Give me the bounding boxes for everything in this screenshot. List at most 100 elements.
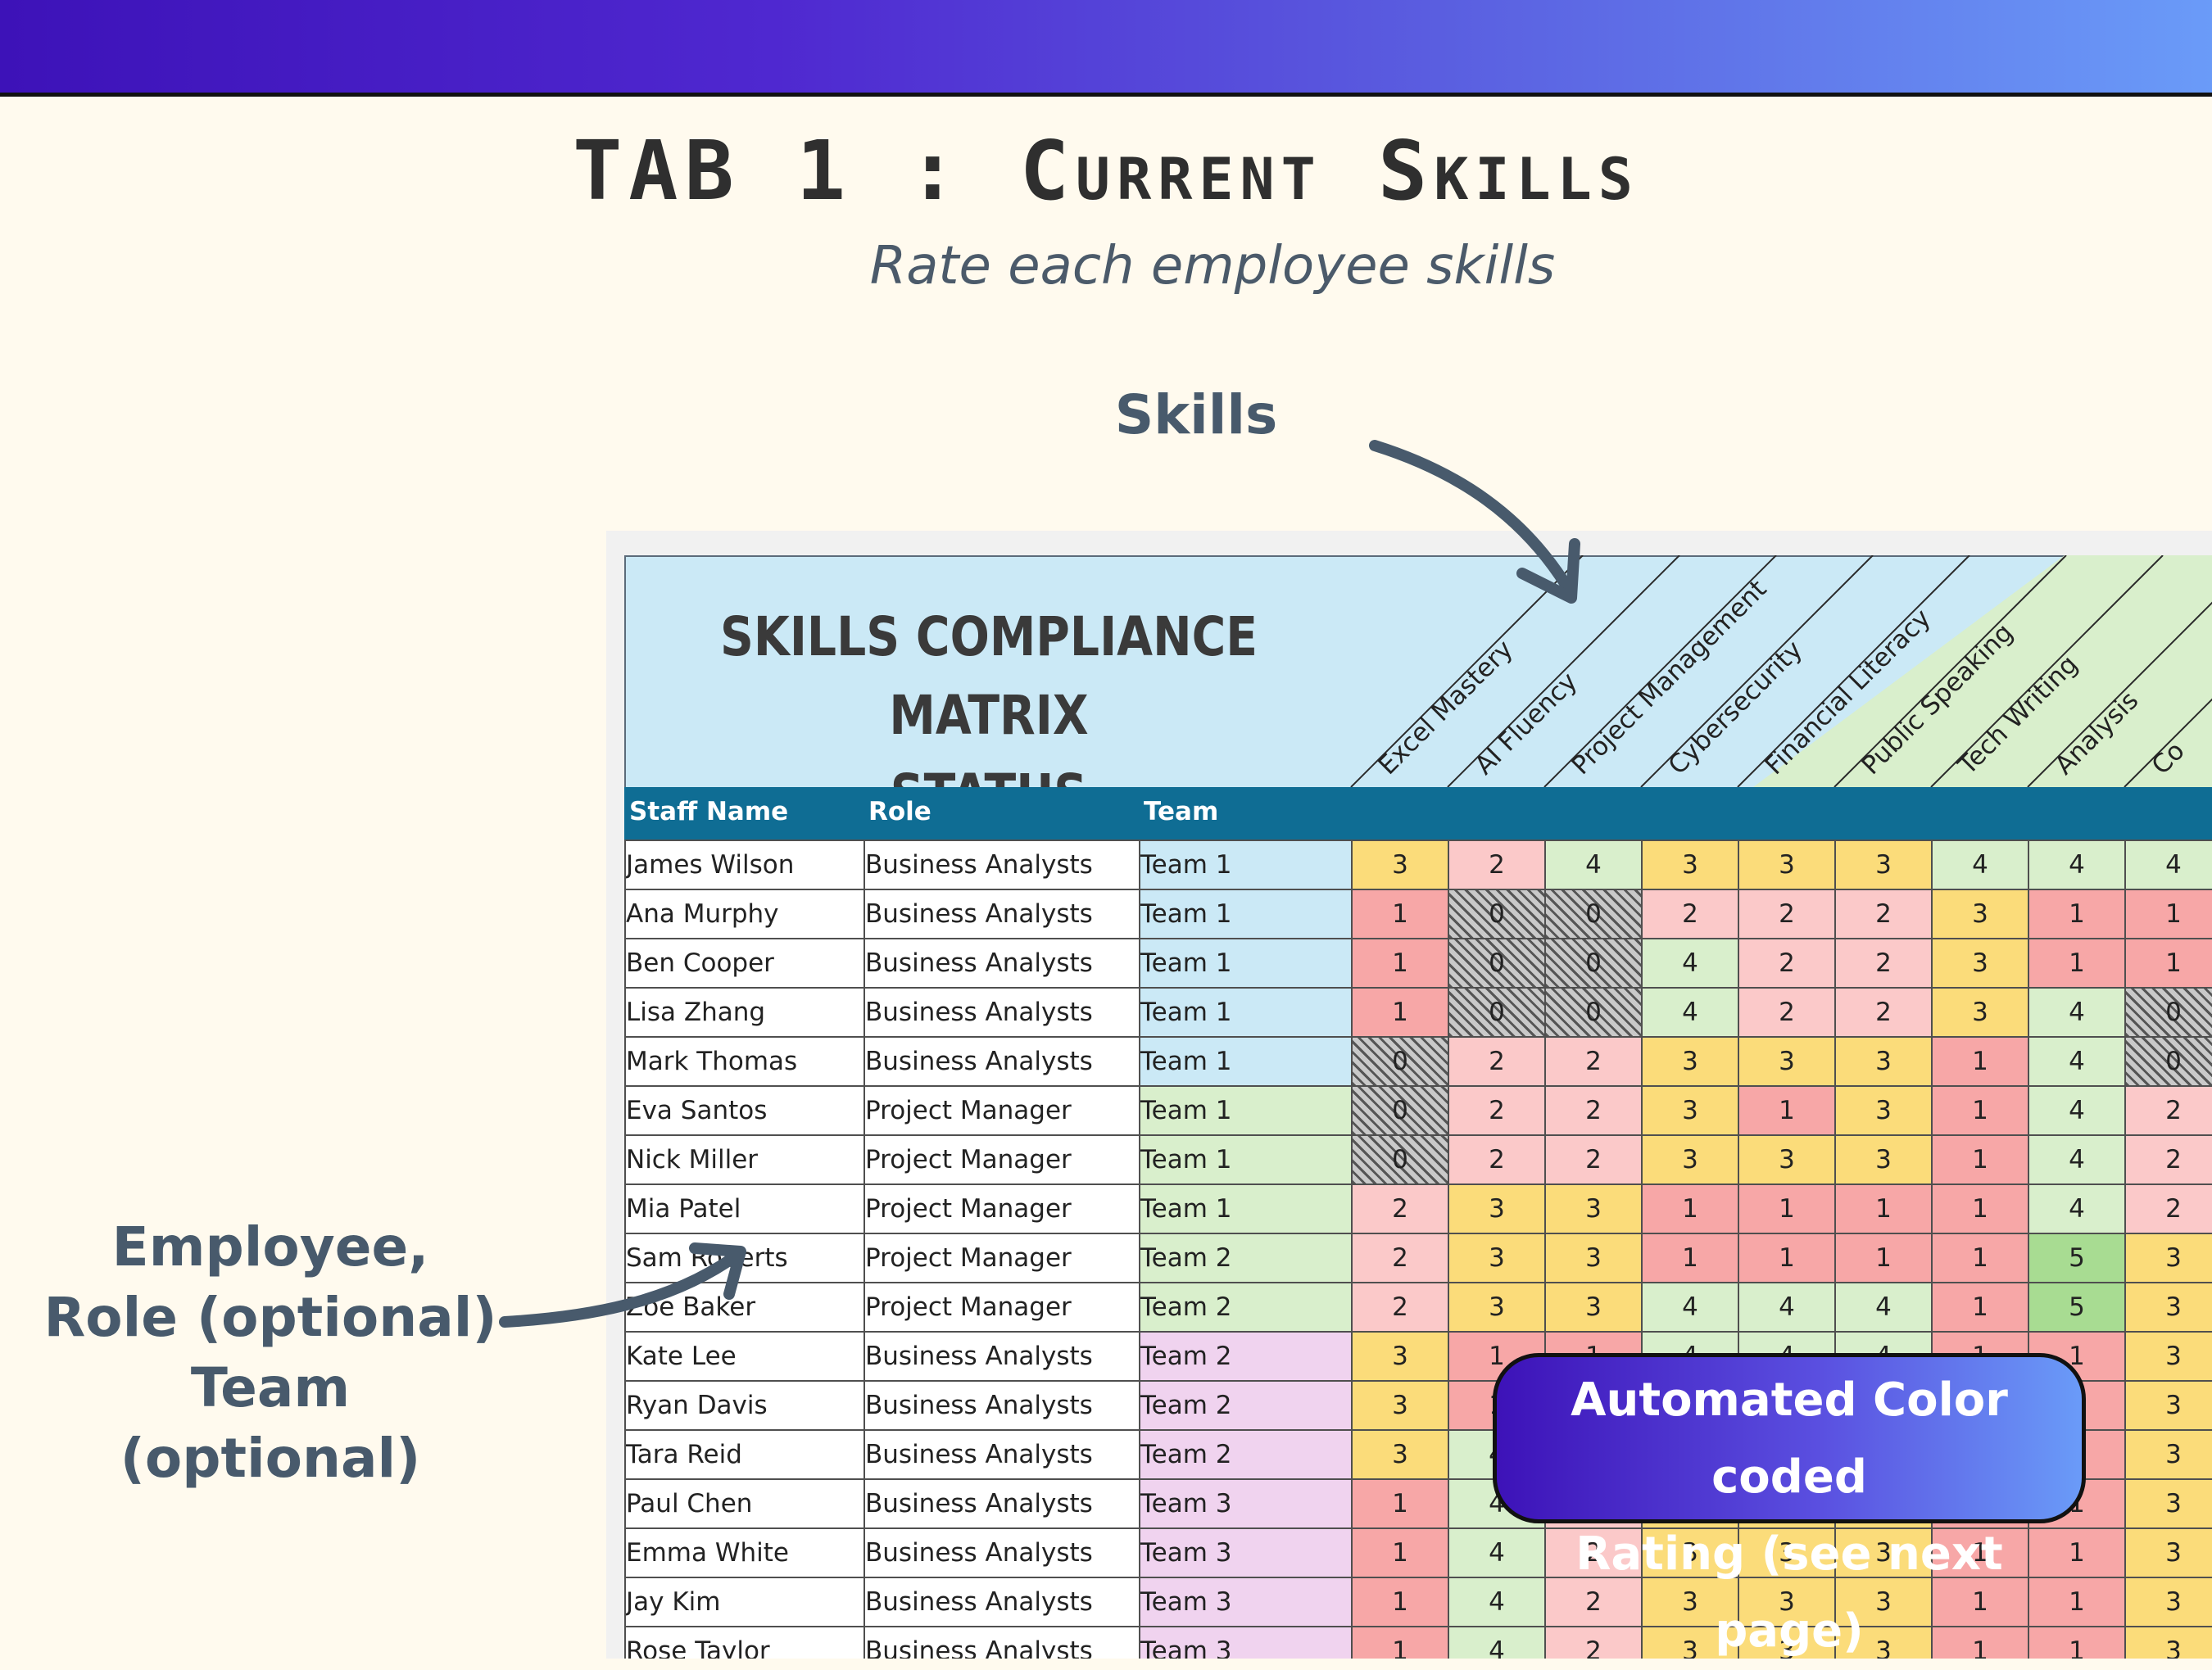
rating-cell[interactable]: 1 <box>1351 1478 1449 1529</box>
column-header-team[interactable]: Team <box>1144 797 1218 826</box>
rating-cell[interactable]: 4 <box>1931 840 2029 890</box>
rating-cell[interactable]: 4 <box>2028 987 2126 1038</box>
rating-cell[interactable]: 0 <box>2124 987 2212 1038</box>
staff-name-cell[interactable]: Eva Santos <box>624 1085 865 1136</box>
role-cell[interactable]: Project Manager <box>863 1282 1140 1333</box>
rating-cell[interactable]: 4 <box>2028 1036 2126 1087</box>
rating-cell[interactable]: 2 <box>1351 1183 1449 1234</box>
rating-cell[interactable]: 3 <box>1544 1233 1643 1283</box>
rating-cell[interactable]: 2 <box>1448 1036 1546 1087</box>
rating-cell[interactable]: 0 <box>2124 1036 2212 1087</box>
staff-name-cell[interactable]: Ryan Davis <box>624 1380 865 1431</box>
rating-cell[interactable]: 2 <box>1738 987 1836 1038</box>
rating-cell[interactable]: 2 <box>1544 1134 1643 1185</box>
rating-cell[interactable]: 1 <box>1834 1233 1933 1283</box>
rating-cell[interactable]: 2 <box>1544 1085 1643 1136</box>
staff-name-cell[interactable]: Lisa Zhang <box>624 987 865 1038</box>
rating-cell[interactable]: 1 <box>1738 1183 1836 1234</box>
role-cell[interactable]: Business Analysts <box>863 1478 1140 1529</box>
role-cell[interactable]: Business Analysts <box>863 1577 1140 1627</box>
rating-cell[interactable]: 3 <box>1448 1282 1546 1333</box>
rating-cell[interactable]: 1 <box>1931 1085 2029 1136</box>
rating-cell[interactable]: 1 <box>1351 1527 1449 1578</box>
rating-cell[interactable]: 2 <box>1351 1282 1449 1333</box>
rating-cell[interactable]: 3 <box>1641 1085 1739 1136</box>
rating-cell[interactable]: 3 <box>1641 1036 1739 1087</box>
column-header-staff-name[interactable]: Staff Name <box>629 797 788 826</box>
rating-cell[interactable]: 1 <box>1738 1085 1836 1136</box>
rating-cell[interactable]: 3 <box>1834 1134 1933 1185</box>
team-cell[interactable]: Team 3 <box>1139 1527 1353 1578</box>
rating-cell[interactable]: 2 <box>1448 1134 1546 1185</box>
rating-cell[interactable]: 1 <box>2028 889 2126 939</box>
team-cell[interactable]: Team 1 <box>1139 1183 1353 1234</box>
rating-cell[interactable]: 3 <box>2124 1380 2212 1431</box>
role-cell[interactable]: Business Analysts <box>863 1036 1140 1087</box>
rating-cell[interactable]: 3 <box>1351 1331 1449 1382</box>
rating-cell[interactable]: 3 <box>1834 840 1933 890</box>
rating-cell[interactable]: 5 <box>2028 1282 2126 1333</box>
rating-cell[interactable]: 3 <box>2124 1429 2212 1480</box>
rating-cell[interactable]: 3 <box>1544 1183 1643 1234</box>
rating-cell[interactable]: 3 <box>1738 840 1836 890</box>
rating-cell[interactable]: 2 <box>2124 1134 2212 1185</box>
team-cell[interactable]: Team 1 <box>1139 1085 1353 1136</box>
team-cell[interactable]: Team 1 <box>1139 1036 1353 1087</box>
rating-cell[interactable]: 0 <box>1544 987 1643 1038</box>
column-header-role[interactable]: Role <box>868 797 931 826</box>
rating-cell[interactable]: 2 <box>1834 938 1933 989</box>
rating-cell[interactable]: 1 <box>1931 1134 2029 1185</box>
rating-cell[interactable]: 4 <box>2028 1134 2126 1185</box>
team-cell[interactable]: Team 2 <box>1139 1282 1353 1333</box>
staff-name-cell[interactable]: Kate Lee <box>624 1331 865 1382</box>
rating-cell[interactable]: 3 <box>1448 1233 1546 1283</box>
rating-cell[interactable]: 3 <box>1544 1282 1643 1333</box>
rating-cell[interactable]: 3 <box>1448 1183 1546 1234</box>
rating-cell[interactable]: 4 <box>2028 1183 2126 1234</box>
rating-cell[interactable]: 3 <box>1641 840 1739 890</box>
role-cell[interactable]: Business Analysts <box>863 1527 1140 1578</box>
staff-name-cell[interactable]: Ana Murphy <box>624 889 865 939</box>
rating-cell[interactable]: 0 <box>1351 1036 1449 1087</box>
team-cell[interactable]: Team 1 <box>1139 840 1353 890</box>
rating-cell[interactable]: 0 <box>1448 987 1546 1038</box>
team-cell[interactable]: Team 1 <box>1139 1134 1353 1185</box>
rating-cell[interactable]: 5 <box>2028 1233 2126 1283</box>
staff-name-cell[interactable]: Sam Roberts <box>624 1233 865 1283</box>
rating-cell[interactable]: 1 <box>1351 889 1449 939</box>
team-cell[interactable]: Team 3 <box>1139 1626 1353 1659</box>
rating-cell[interactable]: 2 <box>1351 1233 1449 1283</box>
rating-cell[interactable]: 3 <box>1834 1085 1933 1136</box>
rating-cell[interactable]: 1 <box>1351 987 1449 1038</box>
rating-cell[interactable]: 2 <box>1448 1085 1546 1136</box>
role-cell[interactable]: Business Analysts <box>863 840 1140 890</box>
rating-cell[interactable]: 3 <box>2124 1626 2212 1659</box>
rating-cell[interactable]: 3 <box>2124 1282 2212 1333</box>
staff-name-cell[interactable]: Ben Cooper <box>624 938 865 989</box>
role-cell[interactable]: Business Analysts <box>863 1331 1140 1382</box>
rating-cell[interactable]: 3 <box>1351 1380 1449 1431</box>
rating-cell[interactable]: 3 <box>1931 987 2029 1038</box>
team-cell[interactable]: Team 2 <box>1139 1380 1353 1431</box>
role-cell[interactable]: Business Analysts <box>863 1626 1140 1659</box>
role-cell[interactable]: Business Analysts <box>863 987 1140 1038</box>
rating-cell[interactable]: 3 <box>1738 1134 1836 1185</box>
team-cell[interactable]: Team 1 <box>1139 987 1353 1038</box>
rating-cell[interactable]: 4 <box>2124 840 2212 890</box>
staff-name-cell[interactable]: Emma White <box>624 1527 865 1578</box>
rating-cell[interactable]: 4 <box>2028 1085 2126 1136</box>
role-cell[interactable]: Project Manager <box>863 1085 1140 1136</box>
rating-cell[interactable]: 1 <box>2124 889 2212 939</box>
rating-cell[interactable]: 1 <box>1738 1233 1836 1283</box>
staff-name-cell[interactable]: Rose Taylor <box>624 1626 865 1659</box>
rating-cell[interactable]: 1 <box>1641 1233 1739 1283</box>
rating-cell[interactable]: 1 <box>1351 938 1449 989</box>
team-cell[interactable]: Team 2 <box>1139 1429 1353 1480</box>
rating-cell[interactable]: 1 <box>2124 938 2212 989</box>
rating-cell[interactable]: 4 <box>1738 1282 1836 1333</box>
rating-cell[interactable]: 2 <box>1641 889 1739 939</box>
rating-cell[interactable]: 2 <box>1448 840 1546 890</box>
rating-cell[interactable]: 1 <box>1931 1183 2029 1234</box>
rating-cell[interactable]: 3 <box>2124 1331 2212 1382</box>
rating-cell[interactable]: 4 <box>1834 1282 1933 1333</box>
